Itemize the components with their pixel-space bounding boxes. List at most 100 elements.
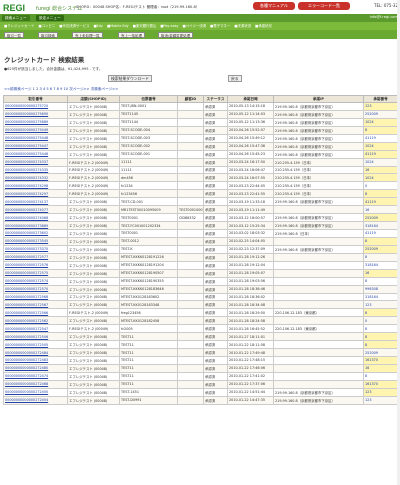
table-row[interactable]: 00000000000000274137 エフレジテスト (00048) TEST-…: [3, 197, 398, 207]
payment-menu-item[interactable]: ■Edy: [93, 22, 103, 30]
tab-search-menu[interactable]: 検索メニュー: [2, 15, 30, 21]
transaction-id-link[interactable]: 00000000000000272566: [3, 308, 68, 318]
submenu-button[interactable]: 売上未処理一覧: [72, 31, 103, 38]
table-row[interactable]: 00000000000000272468 エフレジテスト (00048) TEST1…: [3, 379, 398, 389]
transaction-id-link[interactable]: 00000000000000272576: [3, 260, 68, 270]
table-row[interactable]: 00000000000000275448 エフレジテスト (00048) TEST-…: [3, 133, 398, 143]
column-header[interactable]: 店舗(SHOPID): [67, 95, 120, 103]
table-row[interactable]: 00000000000000272577 エフレジテスト (00048) MTEST…: [3, 252, 398, 262]
payment-menu-item[interactable]: ■ペイジー決済: [183, 22, 207, 30]
table-row[interactable]: 00000000000000272574 エフレジテスト (00048) MTEST…: [3, 276, 398, 286]
payment-menu-item[interactable]: ■決済状況: [234, 22, 251, 30]
transaction-id-link[interactable]: 00000000000000274297: [3, 189, 68, 199]
column-header[interactable]: ステータス: [203, 95, 228, 103]
table-row[interactable]: 00000000000000274297 F-REGIテスト-2 (00049) f…: [3, 189, 398, 199]
transaction-id-link[interactable]: 00000000000000272450: [3, 387, 68, 397]
table-row[interactable]: 00000000000000275446 エフレジテスト (00048) TEST-…: [3, 149, 398, 159]
transaction-id-link[interactable]: 00000000000000274137: [3, 197, 68, 207]
transaction-id-link[interactable]: 00000000000000273545: [3, 236, 68, 246]
tab-settings-menu[interactable]: 設定メニュー: [36, 15, 64, 21]
transaction-id-link[interactable]: 00000000000000275446: [3, 149, 68, 159]
payment-menu-item[interactable]: ■代引決済サービス: [59, 22, 89, 30]
table-row[interactable]: 00000000000000272570 エフレジテスト (00048) MTEST…: [3, 284, 398, 294]
column-header[interactable]: 顧客ID: [177, 95, 204, 103]
transaction-id-link[interactable]: 00000000000000274332: [3, 173, 68, 183]
payment-menu-item[interactable]: ■楽天銀行振込: [133, 22, 157, 30]
table-row[interactable]: 00000000000000273602 エフレジテスト (00048) TEST0…: [3, 229, 398, 238]
transaction-id-link[interactable]: 00000000000000272577: [3, 252, 68, 262]
table-row[interactable]: 00000000000000274332 F-REGIテスト-2 (00049) d…: [3, 173, 398, 183]
table-row[interactable]: 00000000000000272567 エフレジテスト (00048) MTEST…: [3, 300, 398, 310]
payment-menu-item[interactable]: ■承認状況: [255, 22, 272, 30]
table-row[interactable]: 00000000000000274077 エフレジテスト (00048) MR1TE…: [3, 205, 398, 215]
payment-menu-item[interactable]: ■クレジットカード: [4, 22, 34, 30]
transaction-id-link[interactable]: 00000000000000272474: [3, 371, 68, 381]
submenu-button[interactable]: 取消/金額変更処理: [158, 31, 194, 38]
payment-menu-item[interactable]: ■Mobile Edy: [107, 22, 129, 30]
table-row[interactable]: 00000000000000272484 エフレジテスト (00048) TEST1…: [3, 348, 398, 357]
column-header[interactable]: 取引番号: [3, 95, 68, 103]
table-row[interactable]: 00000000000000272505 エフレジテスト (00048) TEST1…: [3, 340, 398, 350]
transaction-id-link[interactable]: 00000000000000273370: [3, 244, 68, 254]
table-row[interactable]: 00000000000000274335 F-REGIテスト-2 (00049) 1…: [3, 165, 398, 175]
transaction-id-link[interactable]: 00000000000000273602: [3, 229, 68, 238]
transaction-id-link[interactable]: 00000000000000275449: [3, 125, 68, 135]
transaction-id-link[interactable]: 00000000000000272484: [3, 348, 68, 357]
transaction-id-link[interactable]: 00000000000000275447: [3, 141, 68, 151]
table-row[interactable]: 00000000000000275447 エフレジテスト (00048) TEST-…: [3, 141, 398, 151]
transaction-id-link[interactable]: 00000000000000272506: [3, 332, 68, 342]
submenu-button[interactable]: 取引一覧: [4, 31, 24, 38]
table-row[interactable]: 00000000000000272506 エフレジテスト (00048) TEST1…: [3, 332, 398, 342]
column-header[interactable]: 承認番号: [363, 95, 398, 103]
transaction-id-link[interactable]: 00000000000000274068: [3, 213, 68, 223]
download-results-button[interactable]: 検索結果ダウンロード: [108, 75, 152, 82]
manual-button[interactable]: 各種マニュアル: [253, 2, 295, 10]
transaction-id-link[interactable]: 00000000000000272568: [3, 292, 68, 302]
table-row[interactable]: 00000000000000275449 エフレジテスト (00048) TEST-…: [3, 125, 398, 135]
error-code-button[interactable]: エラーコード一覧: [298, 2, 350, 10]
pagination[interactable]: <<前検索ページ 1 2 3 4 5 6 7 8 9 10 次ページ>> 次検索…: [4, 87, 118, 92]
back-button[interactable]: 戻る: [228, 75, 242, 82]
transaction-id-link[interactable]: 00000000000000272574: [3, 276, 68, 286]
transaction-id-link[interactable]: 00000000000000272468: [3, 379, 68, 389]
payment-menu-item[interactable]: ■Pay-easy: [160, 22, 178, 30]
transaction-id-link[interactable]: 00000000000000272505: [3, 340, 68, 350]
table-row[interactable]: 00000000000000274298 F-REGIテスト-2 (00049) f…: [3, 181, 398, 191]
contact-email-link[interactable]: info@f-regi.com: [370, 15, 398, 19]
table-row[interactable]: 00000000000000275689 エフレジテスト (00048) TEST1…: [3, 117, 398, 127]
table-row[interactable]: 00000000000000275690 エフレジテスト (00048) TEST1…: [3, 109, 398, 119]
payment-menu-item[interactable]: ■電子マネー: [210, 22, 230, 30]
column-header[interactable]: 伝票番号: [119, 95, 178, 103]
table-row[interactable]: 00000000000000272566 F-REGIテスト-2 (00049) f…: [3, 308, 398, 318]
transaction-id-link[interactable]: 00000000000000272483: [3, 356, 68, 365]
submenu-button[interactable]: 取引検索: [38, 31, 58, 38]
table-row[interactable]: 00000000000000272474 エフレジテスト (00048) TEST1…: [3, 371, 398, 381]
table-row[interactable]: 00000000000000274068 エフレジテスト (00048) TEST0…: [3, 213, 398, 223]
payment-menu-item[interactable]: ■コンビニ: [38, 22, 55, 30]
table-row[interactable]: 00000000000000272450 エフレジテスト (00048) TEST-…: [3, 387, 398, 397]
transaction-id-link[interactable]: 00000000000000272547: [3, 324, 68, 334]
submenu-button[interactable]: 売上一括処理: [118, 31, 145, 38]
transaction-id-link[interactable]: 00000000000000273889: [3, 221, 68, 230]
transaction-id-link[interactable]: 00000000000000275689: [3, 117, 68, 127]
transaction-id-link[interactable]: 00000000000000272454: [3, 395, 68, 405]
column-header[interactable]: 承認IP: [273, 95, 364, 103]
table-row[interactable]: 00000000000000274337 F-REGIテスト-2 (00049) 1…: [3, 157, 398, 167]
transaction-id-link[interactable]: 00000000000000272480: [3, 363, 68, 373]
column-header[interactable]: 承認日時: [227, 95, 274, 103]
transaction-id-link[interactable]: 00000000000000272570: [3, 284, 68, 294]
transaction-id-link[interactable]: 00000000000000275690: [3, 109, 68, 119]
table-row[interactable]: 00000000000000272575 エフレジテスト (00048) MTEST…: [3, 268, 398, 278]
table-row[interactable]: 00000000000000272568 エフレジテスト (00048) MTEST…: [3, 292, 398, 302]
table-row[interactable]: 00000000000000273889 エフレジテスト (00048) TEST-…: [3, 221, 398, 230]
transaction-id-link[interactable]: 00000000000000274298: [3, 181, 68, 191]
table-row[interactable]: 00000000000000273545 エフレジテスト (00048) TEST-…: [3, 236, 398, 246]
table-row[interactable]: 00000000000000273370 エフレジテスト (00048) TEST-…: [3, 244, 398, 254]
table-row[interactable]: 00000000000000275720 エフレジテスト (00048) TEST-…: [3, 102, 398, 111]
table-row[interactable]: 00000000000000272576 エフレジテスト (00048) MTEST…: [3, 260, 398, 270]
table-row[interactable]: 00000000000000272480 エフレジテスト (00048) TEST1…: [3, 363, 398, 373]
transaction-id-link[interactable]: 00000000000000272575: [3, 268, 68, 278]
transaction-id-link[interactable]: 00000000000000272562: [3, 316, 68, 326]
transaction-id-link[interactable]: 00000000000000274337: [3, 157, 68, 167]
table-row[interactable]: 00000000000000272483 エフレジテスト (00048) TEST1…: [3, 356, 398, 365]
